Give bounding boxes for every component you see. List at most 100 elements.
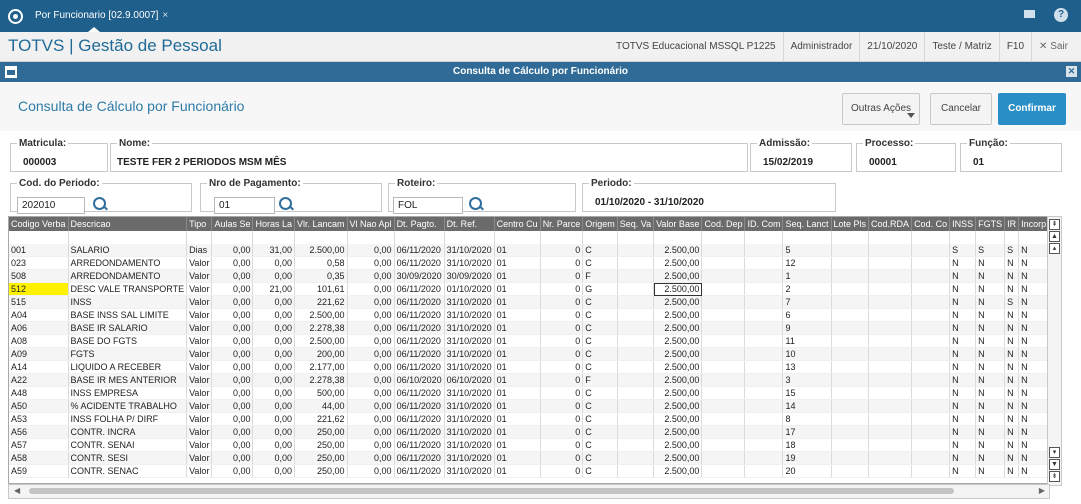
table-cell[interactable]: N bbox=[949, 347, 977, 361]
scroll-top-icon[interactable]: ⇞ bbox=[1049, 219, 1060, 230]
table-cell[interactable]: CONTR. INCRA bbox=[68, 425, 188, 439]
table-cell[interactable] bbox=[868, 256, 913, 270]
table-cell[interactable]: N bbox=[1004, 360, 1020, 374]
table-cell[interactable] bbox=[911, 321, 951, 335]
table-row[interactable]: A09 FGTS Valor 0,00 0,00 200,00 0,00 06/11/2020… bbox=[9, 347, 1047, 361]
table-cell[interactable]: 19 bbox=[782, 451, 832, 465]
table-cell[interactable] bbox=[911, 282, 951, 296]
table-cell[interactable]: 0,00 bbox=[252, 308, 295, 322]
exit-button[interactable]: ✕ Sair bbox=[1031, 32, 1075, 61]
table-cell[interactable]: 0 bbox=[540, 373, 584, 387]
table-cell[interactable]: 31/10/2020 bbox=[444, 295, 495, 309]
table-cell[interactable]: Valor bbox=[186, 269, 213, 283]
table-cell[interactable]: N bbox=[949, 464, 977, 478]
table-cell[interactable]: 101,61 bbox=[294, 282, 348, 296]
table-cell[interactable]: 2.500,00 bbox=[653, 373, 703, 387]
table-cell[interactable]: 221,62 bbox=[294, 295, 348, 309]
table-row[interactable]: 515 INSS Valor 0,00 0,00 221,62 0,00 06/11/2020… bbox=[9, 295, 1047, 309]
table-cell[interactable]: 2.500,00 bbox=[653, 244, 703, 257]
column-header[interactable]: Descricao bbox=[68, 217, 188, 231]
table-cell[interactable]: 0,00 bbox=[211, 256, 254, 270]
table-cell[interactable]: 2.500,00 bbox=[653, 425, 703, 439]
table-cell[interactable]: 31/10/2020 bbox=[444, 256, 495, 270]
scroll-left-icon[interactable]: ◀ bbox=[14, 486, 20, 495]
table-cell[interactable]: 06/11/2020 bbox=[394, 451, 445, 465]
table-cell[interactable] bbox=[911, 412, 951, 426]
table-cell[interactable]: 0,00 bbox=[347, 360, 395, 374]
table-cell[interactable]: C bbox=[582, 438, 618, 452]
table-cell[interactable] bbox=[911, 399, 951, 413]
table-cell[interactable]: 31/10/2020 bbox=[444, 347, 495, 361]
table-cell[interactable]: N bbox=[949, 256, 977, 270]
table-cell[interactable]: 06/11/2020 bbox=[394, 282, 445, 296]
table-cell[interactable]: 3 bbox=[782, 373, 832, 387]
table-cell[interactable]: 0,00 bbox=[252, 399, 295, 413]
table-cell[interactable]: Valor bbox=[186, 373, 213, 387]
table-row[interactable]: 023 ARREDONDAMENTO Valor 0,00 0,00 0,58 0,00 06… bbox=[9, 256, 1047, 270]
table-cell[interactable]: CONTR. SESI bbox=[68, 451, 188, 465]
table-cell[interactable]: 221,62 bbox=[294, 412, 348, 426]
table-cell[interactable]: N bbox=[1018, 451, 1047, 465]
table-cell[interactable]: A09 bbox=[9, 347, 69, 361]
scroll-bottom-icon[interactable]: ⇟ bbox=[1049, 471, 1060, 482]
table-cell[interactable]: 06/11/2020 bbox=[394, 399, 445, 413]
table-cell[interactable]: N bbox=[975, 321, 1006, 335]
table-cell[interactable]: 0,00 bbox=[347, 269, 395, 283]
table-cell[interactable]: 023 bbox=[9, 256, 69, 270]
calculation-grid[interactable]: Codigo Verba Descricao Tipo Aulas Se Horas L… bbox=[8, 216, 1048, 484]
column-header[interactable]: Lote Pls bbox=[831, 217, 870, 231]
table-cell[interactable] bbox=[911, 386, 951, 400]
table-cell[interactable]: 31/10/2020 bbox=[444, 386, 495, 400]
table-cell[interactable]: C bbox=[582, 256, 618, 270]
table-cell[interactable]: 0,00 bbox=[211, 347, 254, 361]
table-cell[interactable] bbox=[868, 347, 913, 361]
table-cell[interactable]: 0,00 bbox=[252, 451, 295, 465]
table-cell[interactable] bbox=[744, 282, 784, 296]
table-cell[interactable]: 0,00 bbox=[347, 347, 395, 361]
table-cell[interactable]: N bbox=[975, 295, 1006, 309]
table-cell[interactable]: 31/10/2020 bbox=[444, 425, 495, 439]
help-icon[interactable]: ? bbox=[1054, 8, 1068, 22]
table-cell[interactable]: 31/10/2020 bbox=[444, 360, 495, 374]
table-cell[interactable] bbox=[831, 282, 870, 296]
table-cell[interactable]: BASE IR SALARIO bbox=[68, 321, 188, 335]
search-icon[interactable] bbox=[279, 197, 292, 210]
table-cell[interactable] bbox=[831, 360, 870, 374]
table-cell[interactable]: N bbox=[975, 360, 1006, 374]
table-cell[interactable] bbox=[911, 256, 951, 270]
table-cell[interactable]: 31/10/2020 bbox=[444, 451, 495, 465]
table-cell[interactable]: S bbox=[975, 244, 1006, 257]
table-cell[interactable]: N bbox=[1004, 269, 1020, 283]
table-cell[interactable] bbox=[831, 295, 870, 309]
table-cell[interactable]: A56 bbox=[9, 425, 69, 439]
table-cell[interactable]: A06 bbox=[9, 321, 69, 335]
table-cell[interactable]: N bbox=[975, 399, 1006, 413]
table-cell[interactable]: 01 bbox=[494, 360, 541, 374]
table-cell[interactable]: 0,00 bbox=[211, 438, 254, 452]
column-header[interactable]: Cod.RDA bbox=[868, 217, 913, 231]
table-cell[interactable]: 2.500,00 bbox=[294, 244, 348, 257]
table-cell[interactable] bbox=[701, 256, 746, 270]
column-header[interactable]: Dt. Ref. bbox=[444, 217, 495, 231]
table-cell[interactable]: Valor bbox=[186, 295, 213, 309]
table-cell[interactable]: C bbox=[582, 451, 618, 465]
table-row[interactable]: A04 BASE INSS SAL LIMITE Valor 0,00 0,00 2.50… bbox=[9, 308, 1047, 322]
table-cell[interactable] bbox=[617, 256, 655, 270]
table-cell[interactable]: 2.278,38 bbox=[294, 373, 348, 387]
table-cell[interactable]: C bbox=[582, 347, 618, 361]
table-cell[interactable] bbox=[868, 269, 913, 283]
table-cell[interactable] bbox=[617, 451, 655, 465]
table-cell[interactable]: 31/10/2020 bbox=[444, 464, 495, 478]
table-cell[interactable] bbox=[831, 269, 870, 283]
table-cell[interactable]: N bbox=[1004, 308, 1020, 322]
table-cell[interactable]: 0,00 bbox=[347, 308, 395, 322]
column-header[interactable]: FGTS bbox=[975, 217, 1006, 231]
table-cell[interactable]: C bbox=[582, 386, 618, 400]
column-header[interactable]: IR bbox=[1004, 217, 1020, 231]
table-cell[interactable]: 7 bbox=[782, 295, 832, 309]
table-cell[interactable]: 31/10/2020 bbox=[444, 244, 495, 257]
table-cell[interactable] bbox=[831, 256, 870, 270]
column-header[interactable]: Incorp. S bbox=[1018, 217, 1047, 231]
table-cell[interactable]: CONTR. SENAI bbox=[68, 438, 188, 452]
table-cell[interactable]: 0,00 bbox=[211, 412, 254, 426]
